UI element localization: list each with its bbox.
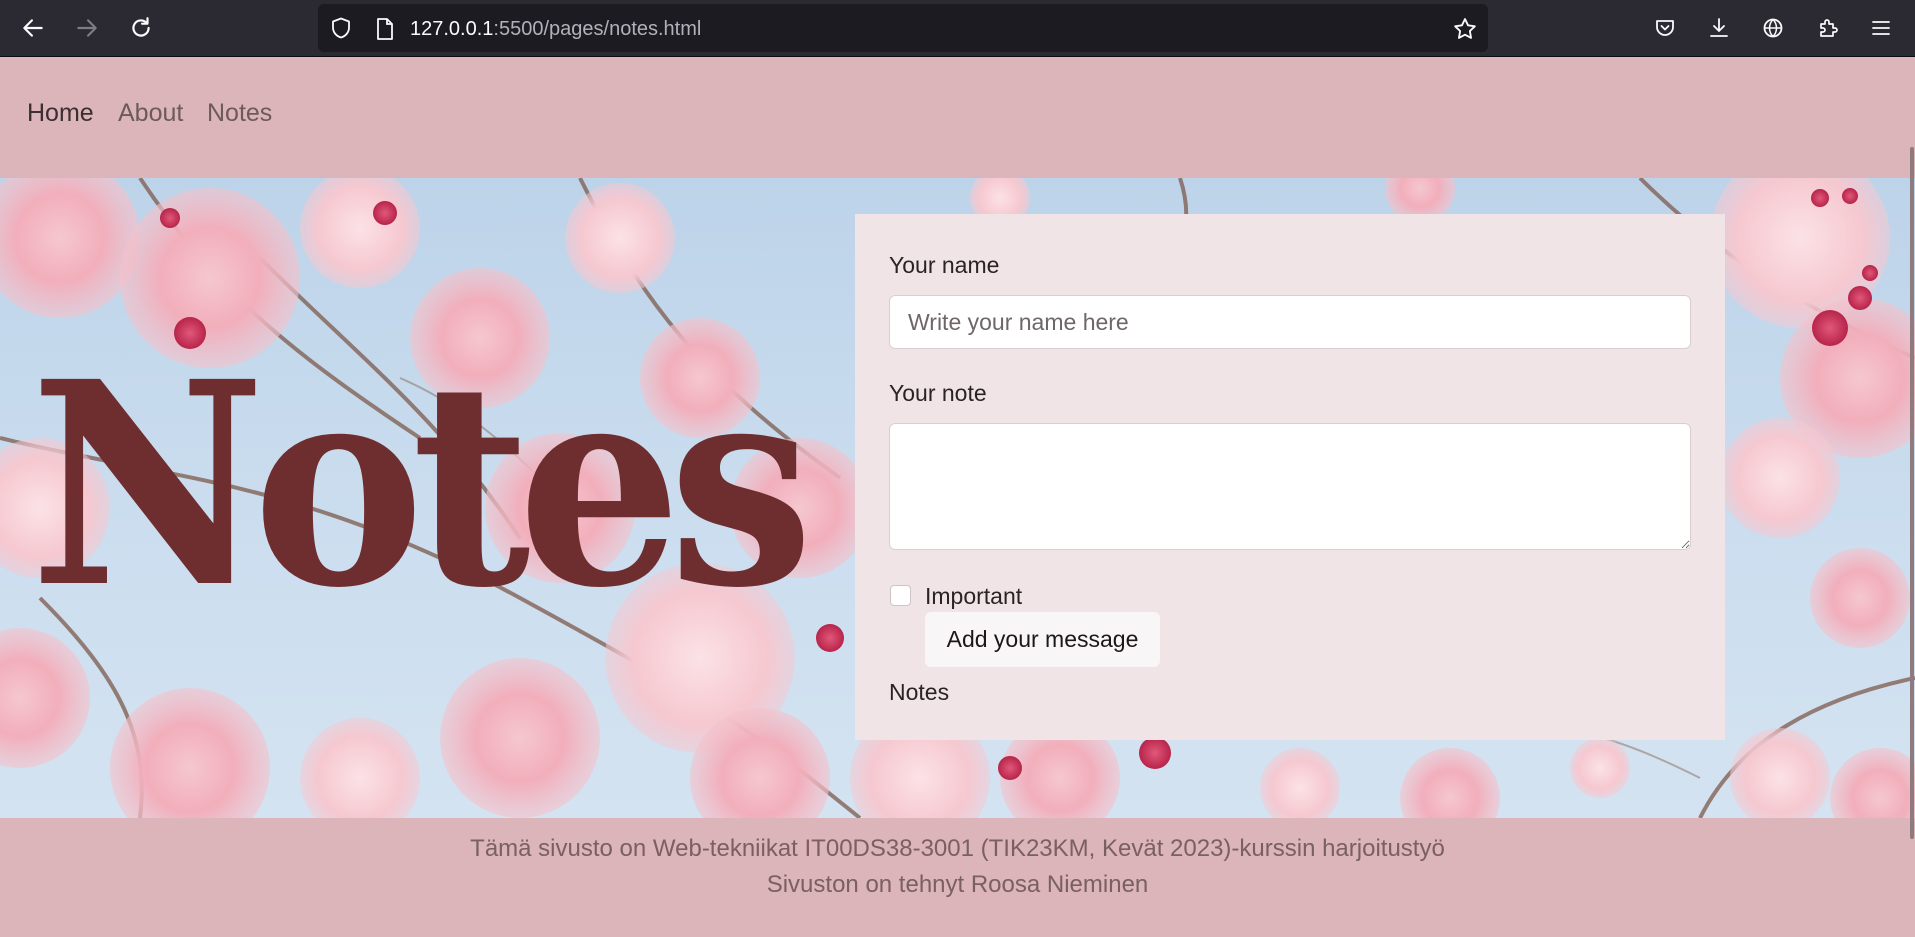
important-label: Important xyxy=(925,583,1023,609)
page-title: Notes xyxy=(30,321,814,650)
downloads-button[interactable] xyxy=(1699,8,1739,48)
page-footer: Tämä sivusto on Web-tekniikat IT00DS38-3… xyxy=(0,818,1915,937)
note-form: Your name Your note Important Add your m… xyxy=(855,214,1725,740)
reload-icon xyxy=(132,17,150,37)
shield-icon[interactable] xyxy=(329,16,353,40)
hero-section: Notes Your name Your note Important Add … xyxy=(0,178,1915,818)
name-input[interactable] xyxy=(889,295,1691,349)
back-button[interactable] xyxy=(13,8,53,48)
download-icon xyxy=(1710,18,1728,37)
pocket-button[interactable] xyxy=(1645,8,1685,48)
note-textarea[interactable] xyxy=(889,423,1691,550)
pocket-icon xyxy=(1656,20,1674,36)
url-text[interactable]: 127.0.0.1:5500/pages/notes.html xyxy=(410,18,701,41)
nav-link-about[interactable]: About xyxy=(118,99,183,128)
browser-toolbar: 127.0.0.1:5500/pages/notes.html xyxy=(0,0,1915,57)
bookmark-star-icon[interactable] xyxy=(1452,16,1478,42)
url-path: :5500/pages/notes.html xyxy=(493,18,702,40)
footer-course-text: Tämä sivusto on Web-tekniikat IT00DS38-3… xyxy=(470,835,1445,862)
arrow-left-icon xyxy=(23,19,43,37)
nav-link-notes[interactable]: Notes xyxy=(207,99,272,128)
globe-icon xyxy=(1763,18,1783,38)
arrow-right-icon xyxy=(77,19,97,37)
menu-button[interactable] xyxy=(1861,8,1901,48)
url-host: 127.0.0.1 xyxy=(410,18,494,40)
address-bar[interactable]: 127.0.0.1:5500/pages/notes.html xyxy=(318,4,1488,52)
puzzle-icon xyxy=(1820,19,1838,37)
translate-button[interactable] xyxy=(1753,8,1793,48)
nav-link-home[interactable]: Home xyxy=(27,99,94,128)
web-page: Home About Notes Notes Your name Write y… xyxy=(0,57,1915,937)
extensions-button[interactable] xyxy=(1808,8,1848,48)
top-navigation: Home About Notes xyxy=(0,57,1915,178)
name-label: Your name xyxy=(889,252,1000,278)
forward-button[interactable] xyxy=(67,8,107,48)
page-scrollbar[interactable] xyxy=(1910,147,1914,839)
page-icon[interactable] xyxy=(374,17,396,41)
important-checkbox[interactable] xyxy=(890,585,911,606)
footer-author-text: Sivuston on tehnyt Roosa Nieminen xyxy=(766,871,1149,898)
reload-button[interactable] xyxy=(121,8,161,48)
add-message-button[interactable]: Add your message xyxy=(925,612,1160,667)
hamburger-menu-icon xyxy=(1872,21,1890,35)
notes-heading: Notes xyxy=(889,679,950,705)
note-label: Your note xyxy=(889,380,987,406)
